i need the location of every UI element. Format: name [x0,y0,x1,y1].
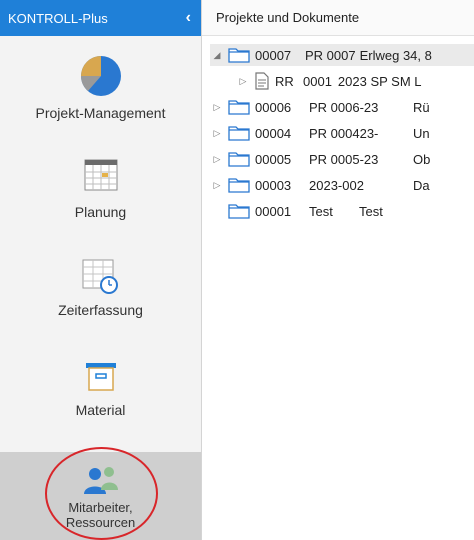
tree-row-00003[interactable]: ▷ 00003 2023-002 Da [210,174,430,196]
expand-caret-icon[interactable]: ▷ [210,128,224,139]
label-line-2: Ressourcen [65,515,136,530]
sidebar-item-label: Material [75,402,126,418]
calendar-icon [84,159,117,191]
folder-icon [228,152,250,167]
project-number: 00005 [255,151,292,167]
expand-caret-icon[interactable]: ▷ [210,102,224,113]
main-panel: Projekte und Dokumente ◢ 00007 PR 0007 E… [202,0,474,540]
folder-icon [228,178,250,193]
project-code: PR 0007 [305,47,356,63]
project-desc: Un [413,125,430,141]
sidebar-item-material[interactable]: Material [0,362,201,442]
project-desc: Da [413,177,430,193]
folder-icon [228,204,250,219]
folder-icon [228,48,250,63]
project-desc: Rü [413,99,430,115]
archive-box-icon [85,363,116,391]
sidebar-item-label: Zeiterfassung [58,302,143,318]
folder-icon [228,126,250,141]
sidebar-item-projekt-management[interactable]: Projekt-Management [0,50,201,130]
sidebar-item-planung[interactable]: Planung [0,158,201,238]
project-code: Test [309,203,333,219]
panel-title: Projekte und Dokumente [202,0,474,36]
folder-icon [228,100,250,115]
tree-row-rr-0001[interactable]: ▷ RR 0001 2023 SP SM L [236,70,422,92]
timesheet-clock-icon [82,259,118,294]
tree-row-00001[interactable]: 00001 Test Test [210,200,383,222]
app-title: KONTROLL-Plus [8,10,108,26]
project-number: 00004 [255,125,292,141]
document-desc: 2023 SP SM L [337,73,422,89]
label-line-1: Mitarbeiter, [68,500,133,515]
people-icon [83,467,118,494]
project-code: PR 000423- [309,125,379,141]
document-type: RR [275,73,294,89]
project-desc: Test [359,203,383,219]
pie-chart-icon [80,56,121,96]
tree-row-00007[interactable]: ◢ 00007 PR 0007 Erlweg 34, 8 [210,44,474,66]
project-number: 00006 [255,99,292,115]
project-code: PR 0006-23 [309,99,379,115]
project-desc: Ob [413,151,431,167]
project-number: 00007 [255,47,292,63]
sidebar-item-label: Mitarbeiter, Ressourcen [66,500,135,530]
sidebar-item-label: Projekt-Management [35,105,166,121]
document-icon [255,72,269,90]
project-code: 2023-002 [309,177,364,193]
project-desc: Erlweg 34, 8 [359,47,432,63]
sidebar-item-mitarbeiter-ressourcen[interactable]: Mitarbeiter, Ressourcen [0,452,201,540]
project-number: 00003 [255,177,292,193]
tree-row-00004[interactable]: ▷ 00004 PR 000423- Un [210,122,430,144]
sidebar-item-zeiterfassung[interactable]: Zeiterfassung [0,258,201,338]
expand-caret-icon[interactable]: ▷ [236,76,250,87]
project-number: 00001 [255,203,292,219]
chevron-left-icon[interactable]: ‹ [186,9,191,27]
document-number: 0001 [303,73,332,89]
tree-row-00006[interactable]: ▷ 00006 PR 0006-23 Rü [210,96,430,118]
sidebar: KONTROLL-Plus ‹ Projekt-Management Planu… [0,0,202,540]
sidebar-item-label: Planung [74,204,127,220]
app-header: KONTROLL-Plus ‹ [0,0,201,36]
expand-caret-icon[interactable]: ▷ [210,180,224,191]
tree-row-00005[interactable]: ▷ 00005 PR 0005-23 Ob [210,148,430,170]
expand-caret-icon[interactable]: ▷ [210,154,224,165]
project-code: PR 0005-23 [309,151,379,167]
expand-caret-icon[interactable]: ◢ [210,50,224,61]
